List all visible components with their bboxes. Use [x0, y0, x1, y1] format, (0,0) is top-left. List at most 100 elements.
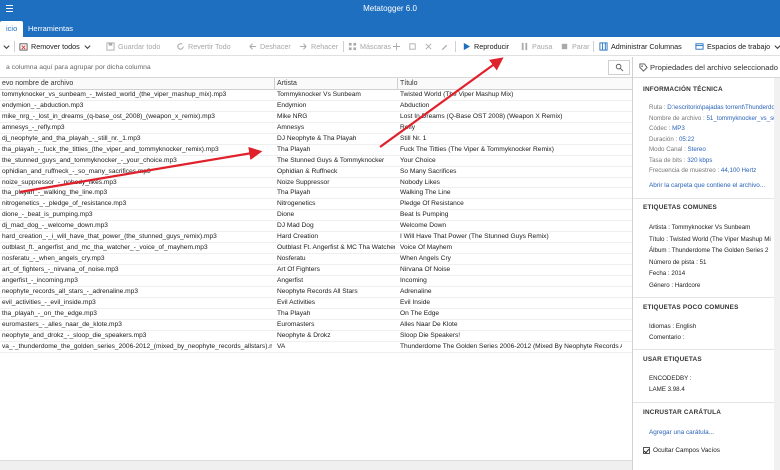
table-row[interactable]: dj_mad_dog_-_welcome_down.mp3 DJ Mad Dog W… — [0, 221, 632, 233]
cell-artist: DJ Neophyte & Tha Playah — [277, 134, 357, 142]
crop-icon[interactable] — [408, 40, 417, 53]
table-row[interactable]: evil_activities_-_evil_inside.mp3 Evil Ac… — [0, 298, 632, 309]
table-row[interactable]: neophyte_and_drokz_-_sloop_die_speakers.… — [0, 331, 632, 342]
horizontal-scrollbar[interactable] — [0, 460, 632, 470]
stop-icon — [560, 42, 569, 51]
tag-icon — [639, 63, 648, 72]
cell-title: Walking The Line — [400, 189, 451, 197]
table-row[interactable]: outblast_ft._angerfist_and_mc_tha_watche… — [0, 243, 632, 255]
toolbar: Remover todos Guardar todo Revertir Todo… — [0, 37, 780, 56]
table-row[interactable]: tha_playah_-_on_the_edge.mp3 Tha Playah On… — [0, 309, 632, 320]
cell-artist: Tha Playah — [277, 189, 311, 197]
field-label: Códec : — [649, 125, 671, 132]
field-value[interactable]: MP3 — [672, 125, 685, 132]
revert-all-button[interactable]: Revertir Todo — [176, 40, 231, 53]
field-value[interactable]: LAME 3.98.4 — [649, 386, 685, 393]
pause-button[interactable]: Pausa — [520, 40, 552, 53]
cell-filename: art_of_fighters_-_nirvana_of_noise.mp3 — [2, 266, 119, 273]
redo-icon — [299, 42, 308, 51]
field-value[interactable]: 51_tommyknocker_vs_sunbea — [706, 115, 780, 122]
open-folder-link[interactable]: Abrir la carpeta que contiene el archivo… — [649, 182, 765, 189]
cell-filename: neophyte_and_drokz_-_sloop_die_speakers.… — [2, 331, 147, 339]
cell-artist: Tha Playah — [277, 309, 311, 317]
cell-artist: Tha Playah — [277, 145, 311, 153]
undo-button[interactable]: Deshacer — [248, 40, 291, 53]
table-row[interactable]: tha_playah_-_fuck_the_titties_(the_viper… — [0, 145, 632, 156]
cell-filename: angerfist_-_incoming.mp3 — [2, 276, 78, 284]
column-header-artist[interactable]: Artista — [277, 80, 297, 87]
cell-title: Voice Of Mayhem — [400, 244, 453, 252]
add-cover-link[interactable]: Agregar una carátula... — [649, 429, 714, 436]
field-value[interactable]: Thunderdome The Golden Series 2 — [672, 247, 769, 254]
field-value[interactable]: 320 kbps — [687, 157, 712, 164]
section-tech-info: INFORMACIÓN TÉCNICA — [643, 86, 723, 93]
search-icon — [615, 63, 624, 72]
section-common-tags: ETIQUETAS COMUNES — [643, 204, 717, 211]
field-value[interactable]: Hardcore — [675, 282, 700, 289]
search-input[interactable] — [608, 60, 630, 75]
save-all-button[interactable]: Guardar todo — [106, 40, 160, 53]
edit-icon[interactable] — [440, 40, 449, 53]
cell-artist: Nosferatu — [277, 255, 306, 263]
column-header-filename[interactable]: evo nombre de archivo — [2, 80, 73, 87]
move-icon[interactable] — [392, 40, 401, 53]
table-row[interactable]: va_-_thunderdome_the_golden_series_2006-… — [0, 342, 632, 353]
field-value[interactable]: Stereo — [688, 146, 706, 153]
field-value[interactable]: 05:22 — [679, 136, 694, 143]
table-row[interactable]: hard_creation_-_i_will_have_that_power_(… — [0, 232, 632, 244]
pause-icon — [520, 42, 529, 51]
common-field: Álbum : Thunderdome The Golden Series 2 — [649, 247, 768, 254]
field-value[interactable]: Tommyknocker Vs Sunbeam — [672, 224, 751, 231]
cell-artist: Angerfist — [277, 276, 304, 284]
column-header-title[interactable]: Título — [400, 80, 418, 87]
field-label: Fecha : — [649, 270, 670, 277]
cell-title: Evil Inside — [400, 298, 431, 306]
field-value[interactable]: 2014 — [671, 270, 685, 277]
field-label: Ruta : — [649, 104, 666, 111]
field-value[interactable]: English — [676, 323, 696, 330]
table-row[interactable]: angerfist_-_incoming.mp3 Angerfist Incomin… — [0, 276, 632, 287]
redo-button[interactable]: Rehacer — [299, 40, 338, 53]
chevron-down-icon[interactable] — [2, 40, 11, 53]
table-row[interactable]: dj_neophyte_and_tha_playah_-_still_nr._1… — [0, 134, 632, 145]
remove-all-button[interactable]: Remover todos — [19, 40, 92, 53]
field-value[interactable]: D:\escritorio\pajadas torrent\Thunderdo — [667, 104, 775, 111]
play-button[interactable]: Reproducir — [462, 40, 509, 53]
table-row[interactable]: nitrogenetics_-_pledge_of_resistance.mp3… — [0, 199, 632, 211]
masks-button[interactable]: Máscaras — [348, 40, 391, 53]
tab-inicio[interactable]: icio — [0, 21, 24, 37]
transform-icon[interactable] — [424, 40, 433, 53]
table-row[interactable]: noize_suppressor_-_nobody_likes.mp3 Noize… — [0, 178, 632, 189]
tab-herramientas[interactable]: Herramientas — [22, 21, 79, 37]
cell-title: When Angels Cry — [400, 255, 451, 263]
used-field: ENCODEDBY : — [649, 375, 692, 382]
table-row[interactable]: ophidian_and_ruffneck_-_so_many_sacrific… — [0, 167, 632, 178]
hide-empty-checkbox[interactable]: Ocultar Campos Vacíos — [643, 447, 720, 454]
group-by-bar[interactable]: a columna aquí para agrupar por dicha co… — [0, 57, 632, 78]
table-row[interactable]: art_of_fighters_-_nirvana_of_noise.mp3 Ar… — [0, 265, 632, 276]
field-value[interactable]: 51 — [700, 259, 707, 266]
table-row[interactable]: tommyknocker_vs_sunbeam_-_twisted_world_… — [0, 90, 632, 101]
table-row[interactable]: neophyte_records_all_stars_-_adrenaline.… — [0, 287, 632, 298]
cell-title: Abduction — [400, 101, 430, 109]
table-row[interactable]: amnesys_-_refly.mp3 Amnesys Refly — [0, 123, 632, 134]
table-row[interactable]: dione_-_beat_is_pumping.mp3 Dione Beat Is … — [0, 210, 632, 222]
table-row[interactable]: tha_playah_-_walking_the_line.mp3 Tha Pla… — [0, 188, 632, 200]
field-value[interactable]: Twisted World (The Viper Mashup Mi — [670, 236, 771, 243]
cell-title: Adrenaline — [400, 287, 432, 295]
workspaces-button[interactable]: Espacios de trabajo — [695, 40, 780, 53]
table-row[interactable]: the_stunned_guys_and_tommyknocker_-_your… — [0, 156, 632, 167]
field-value[interactable]: 44,100 Hertz — [721, 167, 756, 174]
panel-scrollbar[interactable] — [774, 78, 780, 470]
table-row[interactable]: euromasters_-_alles_naar_de_klote.mp3 Eur… — [0, 320, 632, 331]
manage-columns-button[interactable]: Administrar Columnas — [599, 40, 682, 53]
table-row[interactable]: nosferatu_-_when_angels_cry.mp3 Nosferatu… — [0, 254, 632, 265]
stop-button[interactable]: Parar — [560, 40, 590, 53]
cell-filename: tha_playah_-_fuck_the_titties_(the_viper… — [2, 145, 219, 153]
table-row[interactable]: endymion_-_abduction.mp3 Endymion Abductio… — [0, 101, 632, 112]
cell-filename: neophyte_records_all_stars_-_adrenaline.… — [2, 287, 138, 295]
file-grid[interactable]: evo nombre de archivo Artista Título tom… — [0, 78, 632, 470]
table-row[interactable]: mike_nrg_-_lost_in_dreams_(q-base_ost_20… — [0, 112, 632, 123]
properties-panel: Propiedades del archivo seleccionado INF… — [632, 57, 780, 470]
cell-title: Nobody Likes — [400, 178, 440, 186]
